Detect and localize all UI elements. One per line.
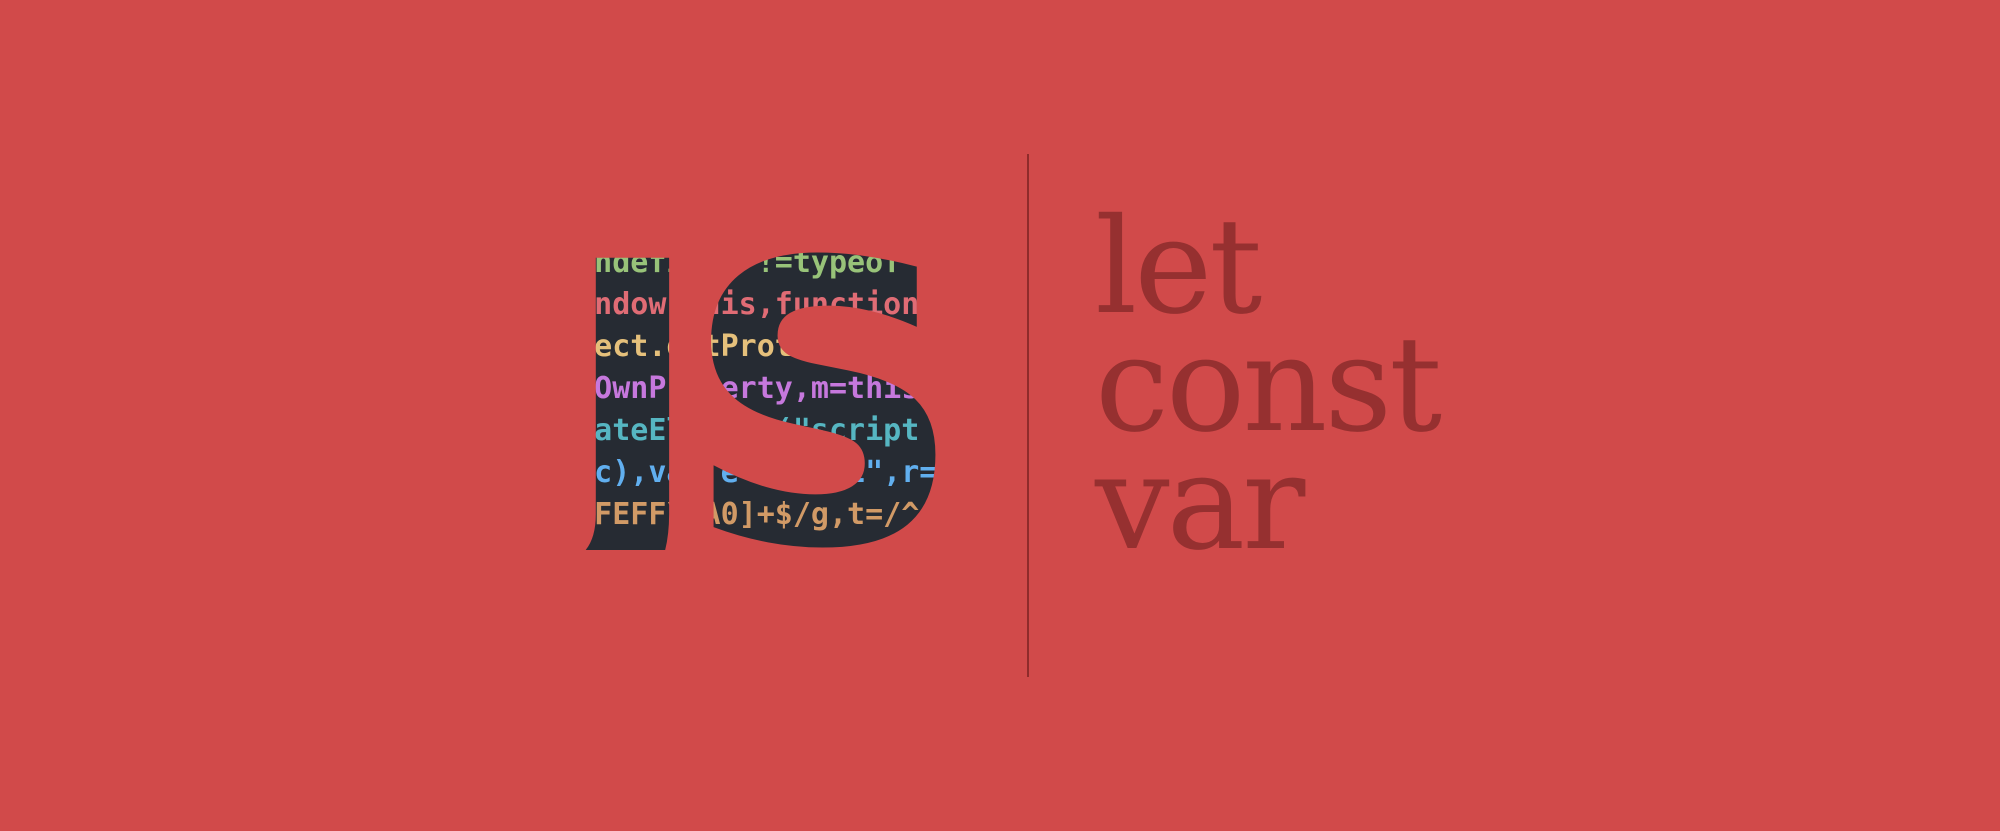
vertical-divider xyxy=(1027,154,1029,677)
code-line: s\uFEFF\xA0]+$/g,t=/^ xyxy=(560,497,919,532)
code-line: Object.getPrototypeOf, xyxy=(560,329,937,364)
code-line: ="undefined"!=typeof window xyxy=(560,250,1010,280)
code-line: ?window:this,function( xyxy=(560,287,937,322)
banner-canvas: JS ="undefined"!=typeof window?window:th… xyxy=(0,0,2000,831)
js-logo: JS ="undefined"!=typeof window?window:th… xyxy=(560,250,1010,550)
code-line: ar c),var e="3.2.1",r=f xyxy=(560,455,955,490)
keyword-list: let const var xyxy=(1095,201,1442,569)
code-line: createElement("script xyxy=(560,413,919,448)
code-line: hasOwnProperty,m=this xyxy=(560,371,919,406)
